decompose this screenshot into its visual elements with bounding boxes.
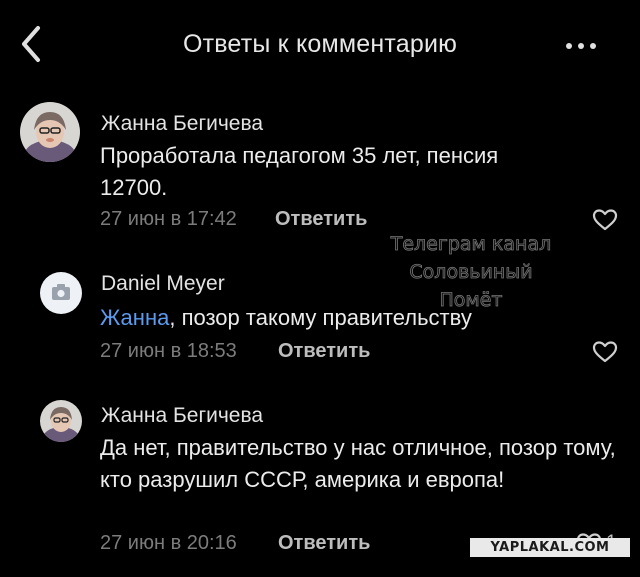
comment-timestamp: 27 июн в 17:42 xyxy=(100,208,237,230)
heart-icon xyxy=(592,209,618,231)
comment-author[interactable]: Жанна Бегичева xyxy=(101,112,263,136)
more-dot xyxy=(578,43,584,49)
comment-author[interactable]: Daniel Meyer xyxy=(101,272,225,296)
reply-button[interactable]: Ответить xyxy=(275,208,367,231)
comment-text: Да нет, правительство у нас отличное, по… xyxy=(100,435,616,492)
more-dot xyxy=(590,43,596,49)
comment-timestamp: 27 июн в 18:53 xyxy=(100,340,237,362)
more-horizontal-icon xyxy=(566,43,572,49)
comment-body: , позор такому правительству xyxy=(169,305,472,330)
like-button[interactable] xyxy=(592,340,618,364)
watermark-line: Телеграм канал xyxy=(390,233,552,256)
like-button[interactable] xyxy=(592,208,618,232)
avatar[interactable] xyxy=(20,102,80,162)
top-bar: Ответы к комментарию xyxy=(0,0,640,90)
avatar[interactable] xyxy=(40,400,82,442)
comment-author[interactable]: Жанна Бегичева xyxy=(101,404,263,428)
reply-button[interactable]: Ответить xyxy=(278,340,370,363)
comment-timestamp: 27 июн в 20:16 xyxy=(100,532,237,554)
profile-photo xyxy=(40,400,82,442)
heart-icon xyxy=(592,341,618,363)
profile-photo xyxy=(20,102,80,162)
mention-link[interactable]: Жанна xyxy=(100,305,169,330)
comment-item: Daniel Meyer Жанна, позор такому правите… xyxy=(0,256,640,386)
comment-text: Жанна, позор такому правительству xyxy=(100,302,560,334)
avatar[interactable] xyxy=(40,272,82,314)
more-options-button[interactable] xyxy=(566,36,610,52)
camera-placeholder-icon xyxy=(52,284,70,300)
site-badge: YAPLAKAL.COM xyxy=(470,538,630,557)
comment-text: Проработала педагогом 35 лет, пенсия 127… xyxy=(100,143,499,200)
page-title: Ответы к комментарию xyxy=(182,30,458,58)
reply-button[interactable]: Ответить xyxy=(278,532,370,555)
comment-item: Жанна Бегичева Проработала педагогом 35 … xyxy=(0,96,640,246)
